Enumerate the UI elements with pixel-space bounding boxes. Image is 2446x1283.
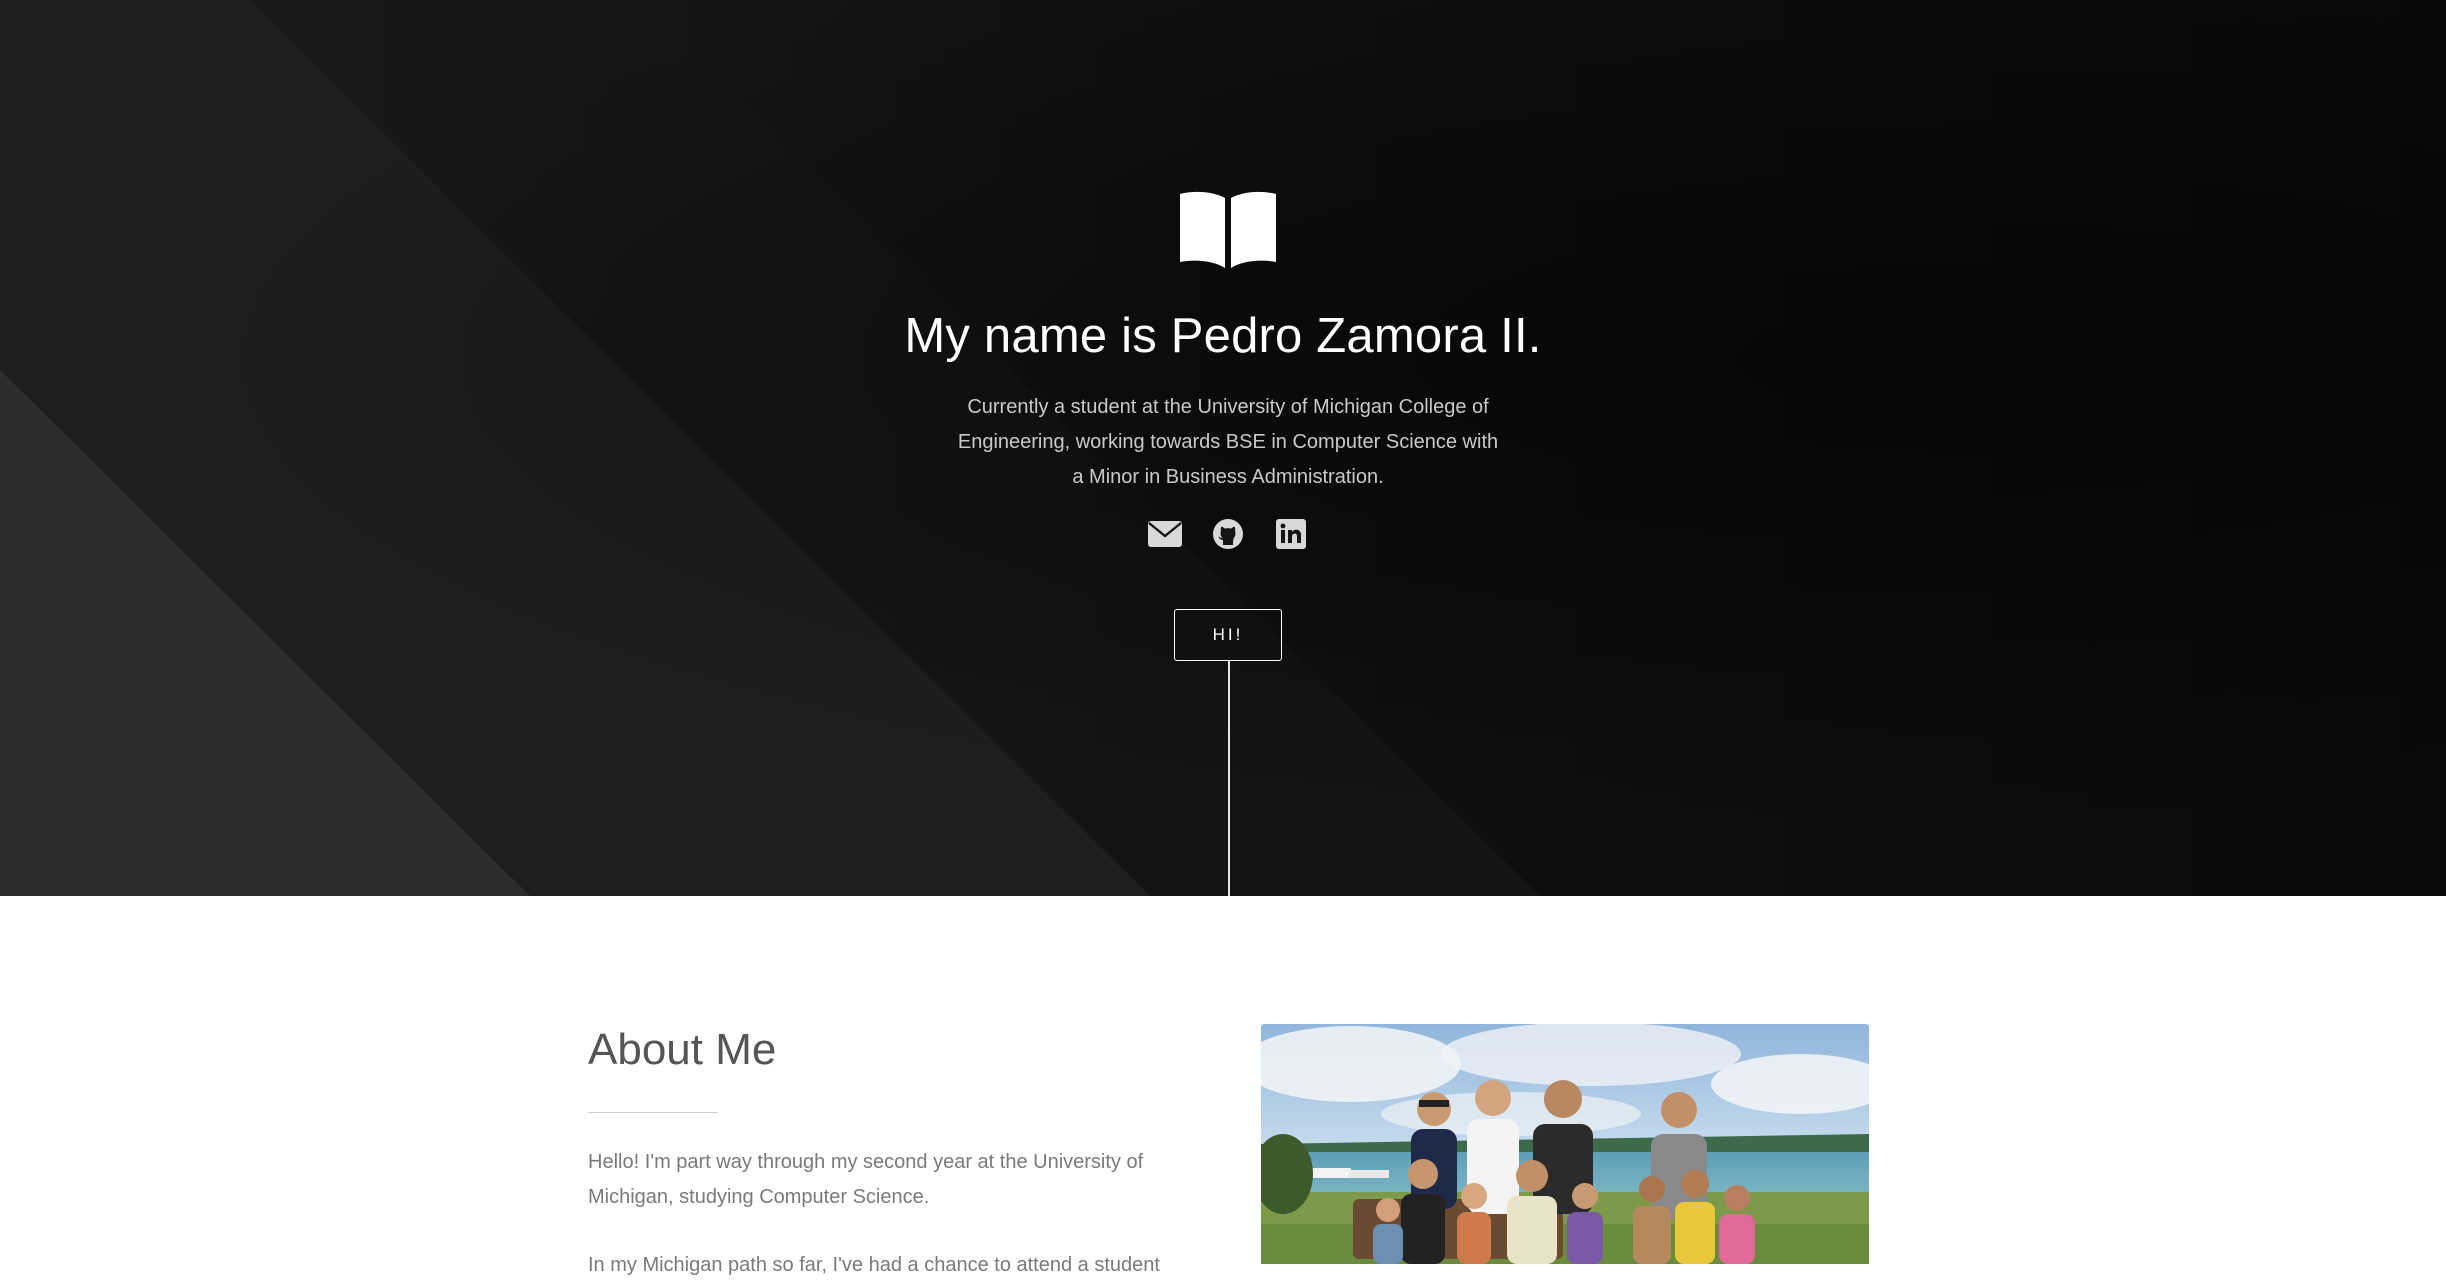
hero-title-suffix: . <box>1527 309 1542 363</box>
hero-title: My name is Pedro Zamora II. <box>0 306 2446 366</box>
group-photo-image <box>1261 1024 1869 1264</box>
github-icon <box>1213 519 1243 549</box>
hero-title-prefix: My name is <box>904 309 1171 363</box>
hero-subtitle: Currently a student at the University of… <box>957 396 1499 488</box>
hero-divider-line <box>1228 661 1230 896</box>
hi-button[interactable]: HI! <box>1174 609 1282 661</box>
about-heading-divider <box>588 1112 718 1113</box>
open-book-icon <box>1180 191 1276 268</box>
social-links <box>1148 514 1308 554</box>
hero-title-name: Pedro Zamora II <box>1170 309 1528 363</box>
about-heading: About Me <box>588 1025 777 1074</box>
about-paragraph-2: In my Michigan path so far, I've had a c… <box>588 1254 1160 1276</box>
envelope-icon <box>1148 521 1182 547</box>
email-link[interactable] <box>1148 517 1182 551</box>
linkedin-icon <box>1276 519 1306 549</box>
hero-content: My name is Pedro Zamora II. Currently a … <box>0 0 2446 896</box>
about-paragraph-1: Hello! I'm part way through my second ye… <box>588 1151 1144 1208</box>
github-link[interactable] <box>1211 517 1245 551</box>
hero-section: My name is Pedro Zamora II. Currently a … <box>0 0 2446 896</box>
about-photo <box>1261 1024 1869 1264</box>
linkedin-link[interactable] <box>1274 517 1308 551</box>
